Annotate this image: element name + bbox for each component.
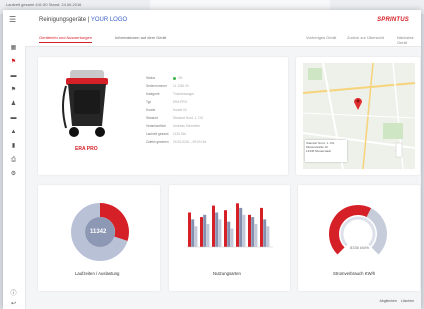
usage-bar: [251, 217, 255, 247]
info-value-category: Trockensauger: [173, 92, 195, 96]
usage-bar: [242, 214, 246, 247]
location-icon[interactable]: ⚑: [9, 86, 18, 95]
info-value-responsible: Andreas Schneider: [173, 124, 201, 128]
usage-card-title: Nutzungsarten: [213, 271, 241, 276]
usage-bar: [200, 217, 203, 247]
info-label-runtime: Laufzeit gesamt: [146, 132, 169, 136]
info-label-category: Kategorie: [146, 92, 160, 96]
power-gauge-chart: [329, 205, 387, 255]
power-card-title: Stromverbrauch KW/h: [333, 271, 376, 276]
info-value-last-seen: 24.06.2016 – 09:00 Uhr: [173, 140, 207, 144]
user-icon[interactable]: ♟: [9, 100, 18, 109]
tab-bar: Geräteinfo und Auswertungen Informatione…: [25, 32, 421, 47]
info-value-type: ERA PRO: [173, 100, 188, 104]
runtime-center-value: 11342: [90, 229, 107, 235]
usage-bar: [191, 219, 195, 247]
info-label-serial: Seriennummer: [146, 84, 167, 88]
usage-bar: [248, 214, 251, 247]
map-pin-icon[interactable]: [353, 96, 363, 110]
info-value-customer: Kunde 02: [173, 108, 187, 112]
status-ok-icon: [173, 76, 176, 80]
usage-bar: [230, 228, 234, 247]
usage-bar: [224, 210, 227, 247]
gauge-center-value: 8336 kW/h: [350, 245, 370, 250]
next-device-link[interactable]: Nächstes Gerät: [397, 35, 421, 45]
vacuum-icon[interactable]: ⚑: [9, 58, 18, 67]
logo-text: YOUR LOGO: [90, 17, 128, 23]
stats-icon[interactable]: ▮: [9, 142, 18, 151]
vehicle-icon[interactable]: ▬: [9, 72, 18, 81]
usage-bar: [194, 226, 198, 247]
popup-city: 12345 Musterstadt: [306, 149, 331, 153]
previous-device-link[interactable]: Vorheriges Gerät: [306, 35, 336, 40]
usage-bar: [203, 214, 207, 247]
title-text: Reinigungsgeräte |: [39, 17, 90, 23]
folder-icon[interactable]: ▬: [9, 114, 18, 123]
info-value-location: Standort Nord, 1. OG: [173, 116, 204, 120]
usage-bar: [206, 224, 210, 247]
back-to-overview-link[interactable]: Zurück zur Übersicht: [347, 35, 384, 40]
usage-bar-chart: [187, 203, 273, 248]
logout-icon[interactable]: ↩: [9, 300, 18, 309]
usage-bar: [215, 212, 219, 247]
usage-bar: [236, 203, 239, 247]
device-name: ERA PRO: [75, 146, 98, 152]
usage-bar: [227, 221, 231, 247]
info-icon[interactable]: ⓘ: [9, 290, 18, 299]
usage-bar: [239, 207, 243, 247]
sidebar: ▦ ⚑ ▬ ⚑ ♟ ▬ ▲ ▮ ⎙ ⚙ ⓘ ↩: [3, 32, 26, 309]
page-title: Reinigungsgeräte | YOUR LOGO: [39, 17, 127, 23]
sync-button[interactable]: Abgleichen: [380, 299, 397, 303]
tab-informationen[interactable]: Informationen auf dem Gerät: [115, 35, 166, 40]
usage-bar: [188, 212, 191, 247]
usage-bar: [212, 205, 215, 247]
usage-bar: [254, 224, 258, 247]
hamburger-menu-icon[interactable]: ☰: [9, 15, 16, 24]
background-status-text: Laufzeit gesamt 441:50 Stand: 24.06.2016: [6, 2, 82, 7]
grid-icon[interactable]: ▦: [9, 44, 18, 53]
background-card: [150, 0, 330, 10]
info-value-status: OK: [173, 76, 183, 80]
chart-icon[interactable]: ▲: [9, 128, 18, 137]
info-label-location: Standort: [146, 116, 159, 120]
info-label-status: Status: [146, 76, 156, 80]
info-label-type: Typ: [146, 100, 152, 104]
gauge-inner-ring: [340, 216, 376, 247]
usage-bar: [263, 219, 267, 247]
info-label-last-seen: Zuletzt gesehen: [146, 140, 169, 144]
info-value-runtime: 1126 Std.: [173, 132, 187, 136]
delete-button[interactable]: Löschen: [401, 299, 414, 303]
brand-logo: SPRINTUS: [377, 17, 409, 23]
info-label-customer: Kunde: [146, 108, 156, 112]
gear-icon[interactable]: ⚙: [9, 170, 18, 179]
usage-bar: [260, 207, 263, 247]
usage-bar: [266, 226, 270, 247]
top-bar: ☰ Reinigungsgeräte | YOUR LOGO SPRINTUS: [3, 10, 421, 33]
info-value-serial: 11 1281 00: [173, 84, 189, 88]
footer-actions: Abgleichen Löschen: [380, 299, 414, 303]
runtime-card-title: Laufzeiten / Auslastung: [75, 271, 120, 276]
map-location-popup: Standort Nord, 1. OG Musterstraße 10 123…: [305, 140, 347, 162]
vacuum-image: [62, 70, 108, 137]
info-label-responsible: Verantwortlich: [146, 124, 167, 128]
tab-geraeteinfo[interactable]: Geräteinfo und Auswertungen: [39, 35, 92, 43]
usage-bar: [218, 219, 222, 247]
printer-icon[interactable]: ⎙: [9, 156, 18, 165]
